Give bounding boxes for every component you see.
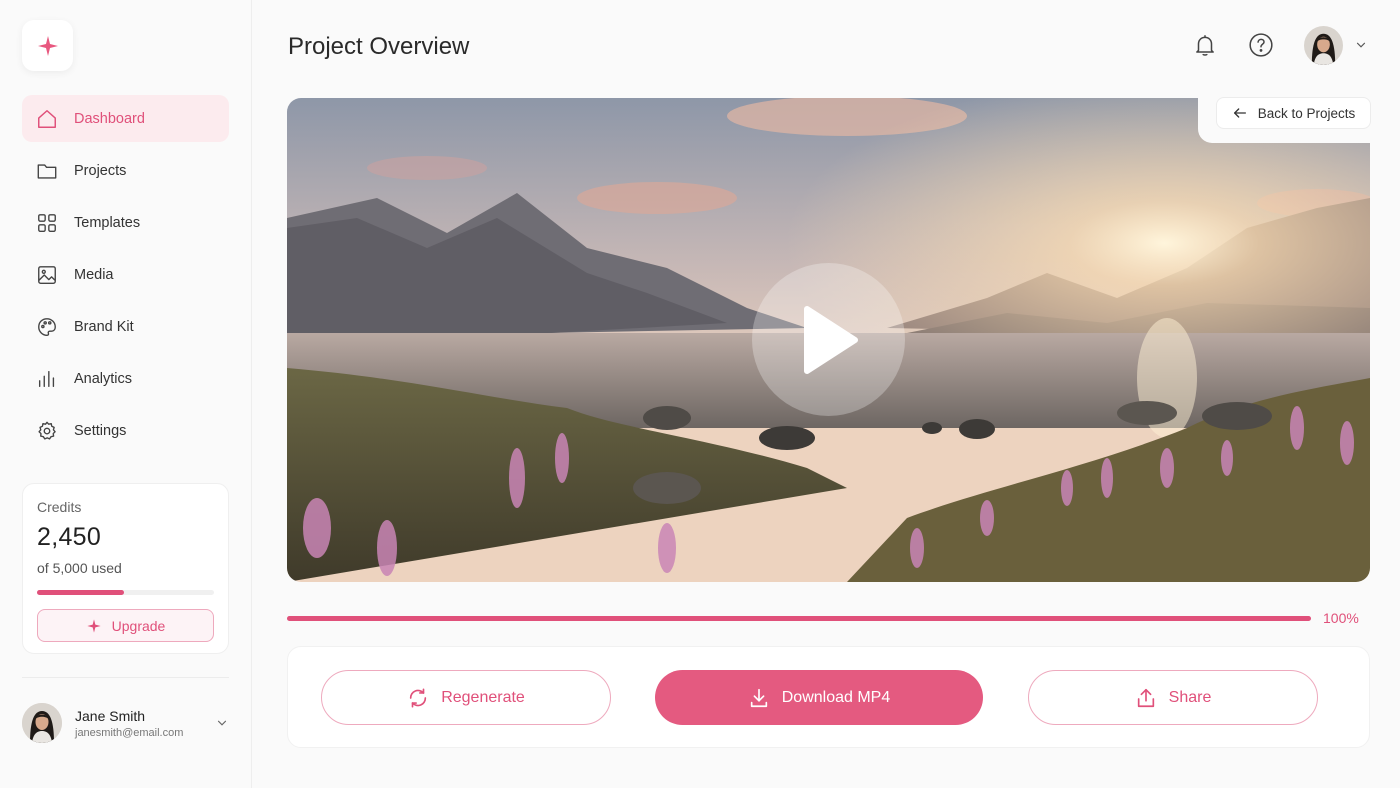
chevron-down-icon[interactable] xyxy=(215,716,229,730)
sidebar-item-templates[interactable]: Templates xyxy=(22,199,229,246)
home-icon xyxy=(36,108,58,130)
render-progress-fill xyxy=(287,616,1311,621)
sidebar-item-media[interactable]: Media xyxy=(22,251,229,298)
credits-progress-fill xyxy=(37,590,124,595)
page-title: Project Overview xyxy=(288,33,470,60)
sidebar-item-dashboard[interactable]: Dashboard xyxy=(22,95,229,142)
help-button[interactable] xyxy=(1247,31,1275,59)
sidebar: Dashboard Projects Templates Media Brand… xyxy=(0,0,252,788)
bell-icon xyxy=(1196,35,1214,56)
user-email: janesmith@email.com xyxy=(75,726,184,739)
upgrade-label: Upgrade xyxy=(111,617,166,634)
share-icon xyxy=(1137,688,1154,707)
share-button[interactable]: Share xyxy=(1028,670,1318,725)
play-button[interactable] xyxy=(752,263,905,416)
download-icon xyxy=(750,688,767,707)
folder-icon xyxy=(36,160,58,182)
regenerate-label: Regenerate xyxy=(441,688,525,706)
user-name: Jane Smith xyxy=(75,707,146,724)
image-icon xyxy=(36,264,58,286)
action-bar: Regenerate Download MP4 Share xyxy=(287,646,1370,748)
sparkle-icon xyxy=(37,35,58,56)
sidebar-item-label: Projects xyxy=(74,162,127,179)
help-icon xyxy=(1249,33,1273,57)
sidebar-item-label: Settings xyxy=(74,422,127,439)
bar-chart-icon xyxy=(36,368,58,390)
download-mp4-button[interactable]: Download MP4 xyxy=(655,670,983,725)
sidebar-nav: Dashboard Projects Templates Media Brand… xyxy=(22,95,229,459)
sidebar-item-settings[interactable]: Settings xyxy=(22,407,229,454)
sidebar-item-projects[interactable]: Projects xyxy=(22,147,229,194)
credits-value: 2,450 xyxy=(37,523,102,551)
account-menu-toggle[interactable] xyxy=(1347,31,1375,59)
arrow-left-icon xyxy=(1233,108,1246,118)
render-progress-label: 100% xyxy=(1323,610,1359,626)
sidebar-item-label: Media xyxy=(74,266,114,283)
upgrade-button[interactable]: Upgrade xyxy=(37,609,214,642)
app-logo[interactable] xyxy=(22,20,73,71)
sidebar-item-label: Brand Kit xyxy=(74,318,134,335)
sidebar-item-label: Analytics xyxy=(74,370,133,387)
sidebar-item-label: Dashboard xyxy=(74,110,145,127)
regenerate-button[interactable]: Regenerate xyxy=(321,670,611,725)
share-label: Share xyxy=(1168,688,1212,706)
back-to-projects-button[interactable]: Back to Projects xyxy=(1216,97,1371,129)
chevron-down-icon xyxy=(1356,42,1366,48)
grid-icon xyxy=(36,212,58,234)
render-progress-track xyxy=(287,616,1311,621)
credits-label: Credits xyxy=(37,499,82,515)
sidebar-item-analytics[interactable]: Analytics xyxy=(22,355,229,402)
play-icon xyxy=(803,305,858,374)
credits-used-text: of 5,000 used xyxy=(37,560,122,576)
download-mp4-label: Download MP4 xyxy=(781,688,891,706)
sparkle-icon xyxy=(86,618,101,633)
sidebar-item-brand-kit[interactable]: Brand Kit xyxy=(22,303,229,350)
notifications-button[interactable] xyxy=(1191,31,1219,59)
palette-icon xyxy=(36,316,58,338)
credits-progress-track xyxy=(37,590,214,595)
refresh-icon xyxy=(410,687,427,708)
avatar[interactable] xyxy=(1304,26,1343,65)
back-to-projects-label: Back to Projects xyxy=(1257,105,1356,121)
credits-card: Credits 2,450 of 5,000 used Upgrade xyxy=(22,483,229,654)
sidebar-divider xyxy=(22,677,229,678)
gear-icon xyxy=(36,420,58,442)
user-profile[interactable]: Jane Smith janesmith@email.com xyxy=(22,702,229,744)
sidebar-item-label: Templates xyxy=(74,214,141,231)
avatar xyxy=(22,703,62,743)
